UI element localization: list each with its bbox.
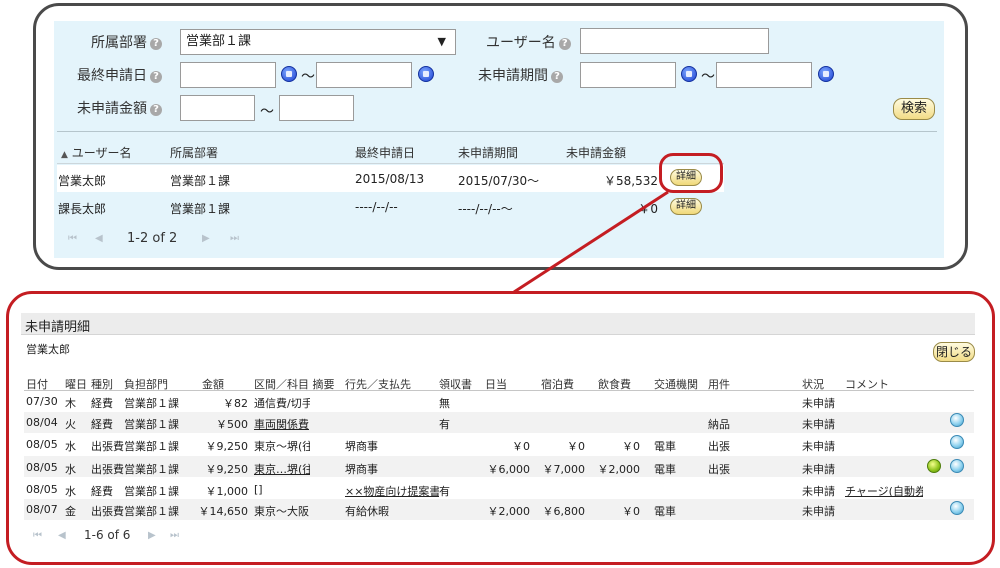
cell-amount: ￥9,250 <box>205 463 249 476</box>
cell-amount: ￥500 <box>216 418 248 431</box>
cell-purpose: 出張 <box>708 463 730 476</box>
cell-hotel: ￥6,800 <box>542 505 586 518</box>
cell-amount: ￥9,250 <box>205 440 249 453</box>
cell-daily: ￥0 <box>512 440 530 453</box>
cell-type: 出張費 <box>91 463 124 476</box>
cell-receipt: 無 <box>439 397 450 410</box>
cell-receipt: 有 <box>439 418 450 431</box>
cell-dept: 営業部１課 <box>124 397 179 410</box>
cell-meal: ￥0 <box>622 440 640 453</box>
cell-status: 未申請 <box>802 485 835 498</box>
cell-status: 未申請 <box>802 440 835 453</box>
pager-prev-icon[interactable]: ◀ <box>58 530 66 541</box>
cell-date: 08/05 <box>26 438 58 451</box>
cell-daily: ￥2,000 <box>487 505 531 518</box>
cell-status: 未申請 <box>802 397 835 410</box>
cell-route: 東京～大阪 <box>254 505 309 518</box>
cell-route: 東京～堺(往 <box>254 440 310 453</box>
cell-transport: 電車 <box>654 505 676 518</box>
cell-hotel: ￥0 <box>567 440 585 453</box>
cell-status: 未申請 <box>802 418 835 431</box>
cell-dow: 金 <box>65 505 76 518</box>
cell-route-link[interactable]: 車両関係費 <box>254 416 310 432</box>
cell-amount: ￥1,000 <box>205 485 249 498</box>
pager-status: 1-6 of 6 <box>84 528 131 542</box>
globe-icon[interactable] <box>950 413 964 427</box>
cell-status: 未申請 <box>802 505 835 518</box>
cell-transport: 電車 <box>654 440 676 453</box>
cell-meal: ￥2,000 <box>597 463 641 476</box>
cell-route: 通信費/切手 <box>254 397 310 410</box>
cell-dow: 木 <box>65 397 76 410</box>
globe-icon[interactable] <box>950 435 964 449</box>
cell-amount: ￥82 <box>223 397 248 410</box>
detail-user: 営業太郎 <box>26 343 70 356</box>
connector-line <box>513 190 669 294</box>
cell-dow: 水 <box>65 463 76 476</box>
pager-next-icon[interactable]: ▶ <box>148 530 156 541</box>
cell-hotel: ￥7,000 <box>542 463 586 476</box>
cell-type: 出張費 <box>91 505 124 518</box>
cell-type: 経費 <box>91 418 113 431</box>
cell-dept: 営業部１課 <box>124 485 179 498</box>
cell-dow: 火 <box>65 418 76 431</box>
cell-dest: 堺商事 <box>345 440 378 453</box>
pager-last-icon[interactable]: ⏭ <box>170 530 179 541</box>
cell-amount: ￥14,650 <box>198 505 249 518</box>
pager-first-icon[interactable]: ⏮ <box>33 530 42 541</box>
cell-purpose: 納品 <box>708 418 730 431</box>
close-button[interactable]: 閉じる <box>933 342 975 362</box>
cell-dept: 営業部１課 <box>124 418 179 431</box>
cell-dept: 営業部１課 <box>124 505 179 518</box>
cell-meal: ￥0 <box>622 505 640 518</box>
cell-date: 08/07 <box>26 503 58 516</box>
globe-icon[interactable] <box>950 501 964 515</box>
cell-type: 経費 <box>91 397 113 410</box>
detail-title-bar <box>21 313 975 335</box>
cell-dept: 営業部１課 <box>124 463 179 476</box>
cell-route-link[interactable]: 東京…堺(往 <box>254 461 310 477</box>
cell-route: [] <box>254 483 263 496</box>
cell-type: 経費 <box>91 485 113 498</box>
cell-receipt: 有 <box>439 485 450 498</box>
cell-dest: 有給休暇 <box>345 505 389 518</box>
cell-date: 08/04 <box>26 416 58 429</box>
cell-date: 08/05 <box>26 461 58 474</box>
globe-icon[interactable] <box>950 459 964 473</box>
cell-purpose: 出張 <box>708 440 730 453</box>
eco-icon[interactable] <box>927 459 941 473</box>
cell-date: 08/05 <box>26 483 58 496</box>
cell-dest: 堺商事 <box>345 463 378 476</box>
cell-type: 出張費 <box>91 440 124 453</box>
cell-daily: ￥6,000 <box>487 463 531 476</box>
cell-dow: 水 <box>65 440 76 453</box>
detail-title: 未申請明細 <box>25 320 91 335</box>
cell-comment-link[interactable]: チャージ(自動券売 <box>845 483 923 499</box>
cell-dow: 水 <box>65 485 76 498</box>
cell-dest-link[interactable]: ××物産向け提案書作 <box>345 483 439 499</box>
cell-transport: 電車 <box>654 463 676 476</box>
cell-status: 未申請 <box>802 463 835 476</box>
cell-dept: 営業部１課 <box>124 440 179 453</box>
cell-date: 07/30 <box>26 395 58 408</box>
